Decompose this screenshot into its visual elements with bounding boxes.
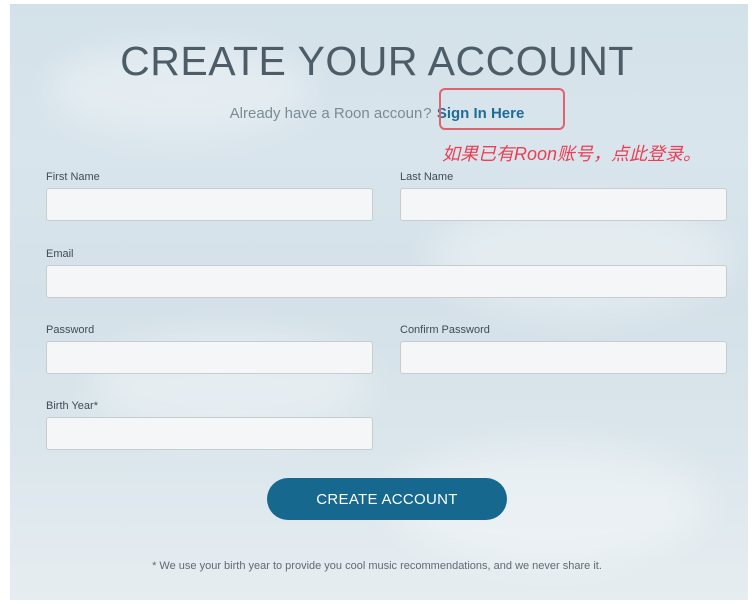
birth-year-label: Birth Year* <box>46 400 98 412</box>
confirm-password-field[interactable] <box>400 341 727 374</box>
confirm-password-label: Confirm Password <box>400 324 490 336</box>
birth-year-field[interactable] <box>46 417 373 450</box>
first-name-field[interactable] <box>46 188 373 221</box>
last-name-label: Last Name <box>400 171 454 183</box>
signin-prompt-text: Already have a Roon accoun <box>229 105 423 122</box>
password-label: Password <box>46 324 95 336</box>
page-title: CREATE YOUR ACCOUNT <box>120 38 634 84</box>
create-account-button[interactable]: CREATE ACCOUNT <box>267 478 507 520</box>
email-field[interactable] <box>46 265 727 298</box>
signin-prompt-line: Already have a Roon accoun? Sign In Here <box>10 105 748 122</box>
password-field[interactable] <box>46 341 373 374</box>
annotation-highlight-box <box>439 88 565 130</box>
last-name-field[interactable] <box>400 188 727 221</box>
annotation-text: 如果已有Roon账号，点此登录。 <box>442 144 702 164</box>
first-name-label: First Name <box>46 171 100 183</box>
signin-prompt-tail: ? <box>423 105 432 122</box>
signup-page: CREATE YOUR ACCOUNT Already have a Roon … <box>10 4 748 600</box>
email-label: Email <box>46 248 74 260</box>
birth-year-footnote: * We use your birth year to provide you … <box>152 560 602 572</box>
